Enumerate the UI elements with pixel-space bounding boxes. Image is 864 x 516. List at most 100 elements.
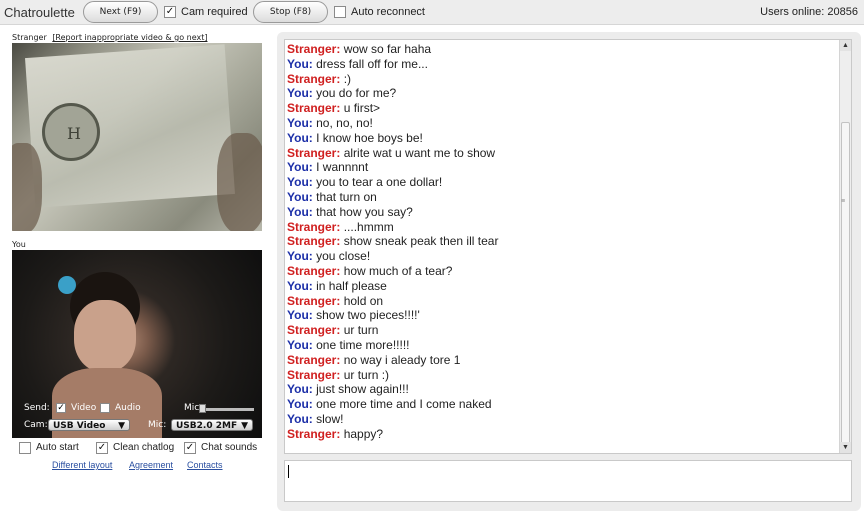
cam-select[interactable]: USB Video ▼ bbox=[48, 419, 130, 431]
message-sender: Stranger: bbox=[287, 293, 341, 308]
message-sender: You: bbox=[287, 130, 313, 145]
mic-volume-slider[interactable] bbox=[202, 408, 254, 411]
message-text: dress fall off for me... bbox=[316, 56, 428, 71]
scroll-up-arrow-icon[interactable]: ▲ bbox=[840, 40, 851, 51]
hand-shape-right bbox=[217, 133, 262, 231]
message-sender: You: bbox=[287, 86, 313, 101]
cam-required-label: Cam required bbox=[181, 6, 248, 18]
chat-message: You: you close! bbox=[287, 249, 851, 264]
mic-volume-knob[interactable] bbox=[199, 404, 206, 413]
message-sender: Stranger: bbox=[287, 145, 341, 160]
chat-message: Stranger: show sneak peak then ill tear bbox=[287, 234, 851, 249]
agreement-link[interactable]: Agreement bbox=[129, 460, 173, 470]
message-sender: Stranger: bbox=[287, 234, 341, 249]
chat-message: You: slow! bbox=[287, 412, 851, 427]
message-sender: Stranger: bbox=[287, 367, 341, 382]
stop-button[interactable]: Stop (F8) bbox=[253, 1, 328, 23]
users-online-count: Users online: 20856 bbox=[760, 6, 858, 18]
text-caret bbox=[288, 465, 289, 478]
scroll-down-arrow-icon[interactable]: ▼ bbox=[840, 442, 851, 453]
send-video-checkbox[interactable]: ✓ bbox=[56, 403, 66, 413]
scrollbar-thumb[interactable] bbox=[841, 122, 850, 452]
chat-message: Stranger: u first> bbox=[287, 101, 851, 116]
message-sender: You: bbox=[287, 189, 313, 204]
message-sender: Stranger: bbox=[287, 219, 341, 234]
chat-message: You: I wannnnt bbox=[287, 160, 851, 175]
person-face bbox=[74, 300, 136, 372]
cam-label: Cam: bbox=[24, 420, 48, 430]
chat-message: Stranger: ur turn :) bbox=[287, 368, 851, 383]
chat-message: Stranger: :) bbox=[287, 72, 851, 87]
message-sender: Stranger: bbox=[287, 323, 341, 338]
message-text: slow! bbox=[316, 411, 344, 426]
chat-message: You: that turn on bbox=[287, 190, 851, 205]
chat-message: You: you to tear a one dollar! bbox=[287, 175, 851, 190]
chat-sounds-checkbox[interactable]: ✓ bbox=[184, 442, 196, 454]
message-sender: You: bbox=[287, 411, 313, 426]
stranger-video-header: Stranger [Report inappropriate video & g… bbox=[12, 33, 207, 42]
message-text: I wannnnt bbox=[316, 160, 369, 175]
message-sender: Stranger: bbox=[287, 101, 341, 116]
message-text: wow so far haha bbox=[343, 42, 432, 56]
different-layout-link[interactable]: Different layout bbox=[52, 460, 112, 470]
bill-seal-image: H bbox=[42, 103, 100, 161]
mic-select[interactable]: USB2.0 2MF ▼ bbox=[171, 419, 253, 431]
chat-message: You: one time more!!!!! bbox=[287, 338, 851, 353]
message-text: alrite wat u want me to show bbox=[343, 145, 496, 160]
message-text: u first> bbox=[343, 101, 381, 116]
message-text: one time more!!!!! bbox=[316, 337, 410, 352]
chat-message: Stranger: alrite wat u want me to show bbox=[287, 146, 851, 161]
chat-scrollbar[interactable]: ▲ ≡ ▼ bbox=[839, 40, 851, 453]
message-sender: You: bbox=[287, 160, 313, 175]
message-sender: Stranger: bbox=[287, 42, 341, 56]
chat-message: Stranger: wow so far haha bbox=[287, 42, 851, 57]
hand-shape-left bbox=[12, 143, 42, 231]
chat-message: You: no, no, no! bbox=[287, 116, 851, 131]
mic-label: Mic: bbox=[148, 420, 167, 430]
chat-sounds-label: Chat sounds bbox=[201, 442, 258, 453]
chat-input[interactable] bbox=[284, 460, 852, 502]
message-text: ur turn bbox=[343, 323, 379, 338]
contacts-link[interactable]: Contacts bbox=[187, 460, 223, 470]
message-text: that turn on bbox=[316, 189, 377, 204]
message-text: show sneak peak then ill tear bbox=[343, 234, 499, 249]
chat-log[interactable]: Stranger: wow so far haha You: dress fall… bbox=[284, 39, 852, 454]
chat-message: You: in half please bbox=[287, 279, 851, 294]
chat-message: You: I know hoe boys be! bbox=[287, 131, 851, 146]
message-text: happy? bbox=[343, 426, 384, 441]
you-label: You bbox=[12, 240, 26, 249]
message-sender: You: bbox=[287, 56, 313, 71]
cam-select-value: USB Video bbox=[53, 421, 106, 431]
cam-required-checkbox[interactable]: ✓ bbox=[164, 6, 176, 18]
mic-select-value: USB2.0 2MF bbox=[176, 421, 238, 431]
next-button[interactable]: Next (F9) bbox=[83, 1, 158, 23]
clean-chatlog-checkbox[interactable]: ✓ bbox=[96, 442, 108, 454]
message-text: show two pieces!!!!' bbox=[316, 308, 420, 323]
message-text: :) bbox=[343, 71, 352, 86]
message-text: how much of a tear? bbox=[343, 263, 453, 278]
chat-message: You: that how you say? bbox=[287, 205, 851, 220]
auto-start-checkbox[interactable] bbox=[19, 442, 31, 454]
clean-chatlog-label: Clean chatlog bbox=[113, 442, 175, 453]
message-sender: You: bbox=[287, 308, 313, 323]
send-audio-checkbox[interactable] bbox=[100, 403, 110, 413]
chat-message: Stranger: ur turn bbox=[287, 323, 851, 338]
chat-message: Stranger: how much of a tear? bbox=[287, 264, 851, 279]
auto-reconnect-checkbox[interactable] bbox=[334, 6, 346, 18]
chat-message: Stranger: happy? bbox=[287, 427, 851, 442]
message-text: no, no, no! bbox=[316, 115, 373, 130]
chat-message: You: one more time and I come naked bbox=[287, 397, 851, 412]
stranger-video: H bbox=[12, 43, 262, 231]
stranger-label: Stranger bbox=[12, 33, 47, 42]
auto-reconnect-label: Auto reconnect bbox=[351, 6, 425, 18]
chat-message: Stranger: hold on bbox=[287, 294, 851, 309]
message-text: no way i aleady tore 1 bbox=[343, 352, 461, 367]
message-text: one more time and I come naked bbox=[316, 397, 492, 412]
chat-message: You: dress fall off for me... bbox=[287, 57, 851, 72]
message-text: you do for me? bbox=[316, 86, 397, 101]
hair-flower bbox=[58, 276, 76, 294]
report-link[interactable]: [Report inappropriate video & go next] bbox=[52, 33, 207, 42]
send-label: Send: bbox=[24, 403, 50, 413]
chevron-down-icon: ▼ bbox=[241, 421, 248, 431]
message-sender: Stranger: bbox=[287, 352, 341, 367]
